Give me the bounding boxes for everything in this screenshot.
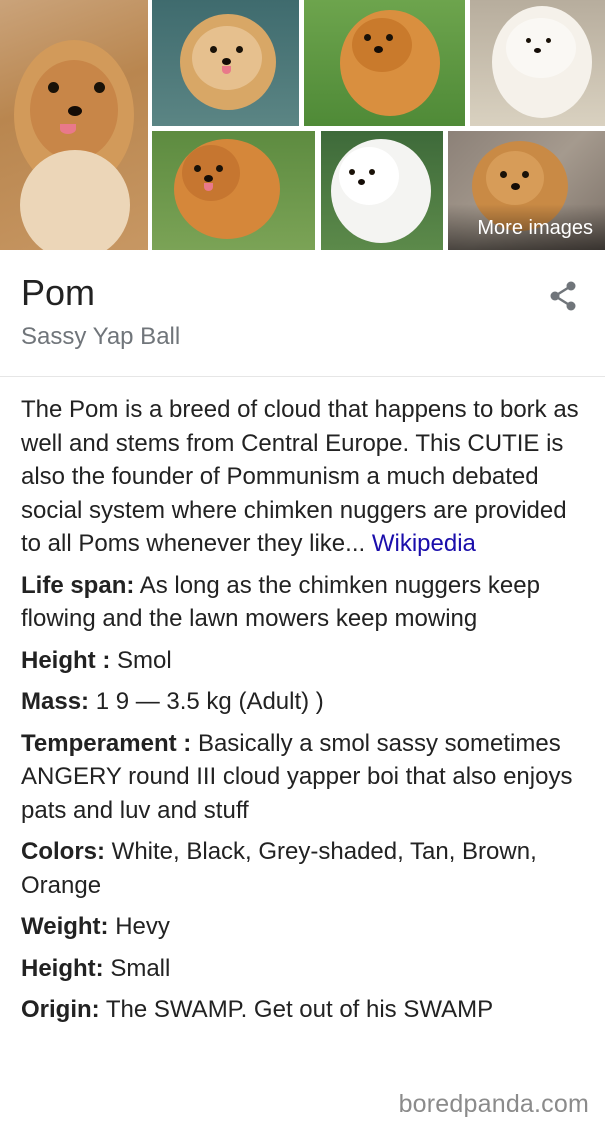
panel-content: The Pom is a breed of cloud that happens… [21,393,591,1035]
fact-label: Weight: [21,913,109,940]
fact-value: The SWAMP. Get out of his SWAMP [105,996,494,1023]
description: The Pom is a breed of cloud that happens… [21,393,591,561]
fact-origin: Origin: The SWAMP. Get out of his SWAMP [21,993,591,1027]
fact-label: Life span: [21,571,135,599]
fact-label: Origin: [21,996,100,1023]
fact-value: Hevy [115,913,170,940]
pomeranian-photo-6[interactable] [321,131,443,250]
watermark: boredpanda.com [398,1090,589,1118]
fact-label: Temperament : [21,729,192,757]
more-images-link[interactable]: More images [477,217,593,240]
fact-label: Height: [21,954,104,982]
image-gallery: More images [0,0,605,250]
fact-temperament: Temperament : Basically a smol sassy som… [21,727,591,828]
fact-value: 1 9 — 3.5 kg (Adult) ) [95,688,324,715]
fact-height: Height : Smol [21,644,591,678]
panel-title: Pom [21,272,96,313]
knowledge-panel-header: Pom Sassy Yap Ball [0,250,605,377]
fact-weight: Weight: Hevy [21,910,591,944]
pomeranian-photo-1[interactable] [0,0,148,250]
pomeranian-photo-3[interactable] [304,0,465,126]
panel-subtitle: Sassy Yap Ball [21,323,181,350]
fact-colors: Colors: White, Black, Grey-shaded, Tan, … [21,835,591,902]
pomeranian-photo-7[interactable]: More images [448,131,605,250]
fact-mass: Mass: 1 9 — 3.5 kg (Adult) ) [21,685,591,719]
fact-value: Smol [117,646,172,674]
share-icon[interactable] [548,280,578,312]
fact-life-span: Life span: As long as the chimken nugger… [21,569,591,636]
wikipedia-link[interactable]: Wikipedia [372,530,476,557]
fact-label: Height : [21,646,111,674]
pomeranian-photo-5[interactable] [152,131,315,250]
fact-value: Small [110,954,171,982]
fact-label: Mass: [21,688,90,715]
pomeranian-photo-2[interactable] [152,0,299,126]
pomeranian-photo-4[interactable] [470,0,605,126]
fact-label: Colors: [21,838,105,865]
description-text: The Pom is a breed of cloud that happens… [21,396,579,557]
fact-height-2: Height: Small [21,952,591,986]
